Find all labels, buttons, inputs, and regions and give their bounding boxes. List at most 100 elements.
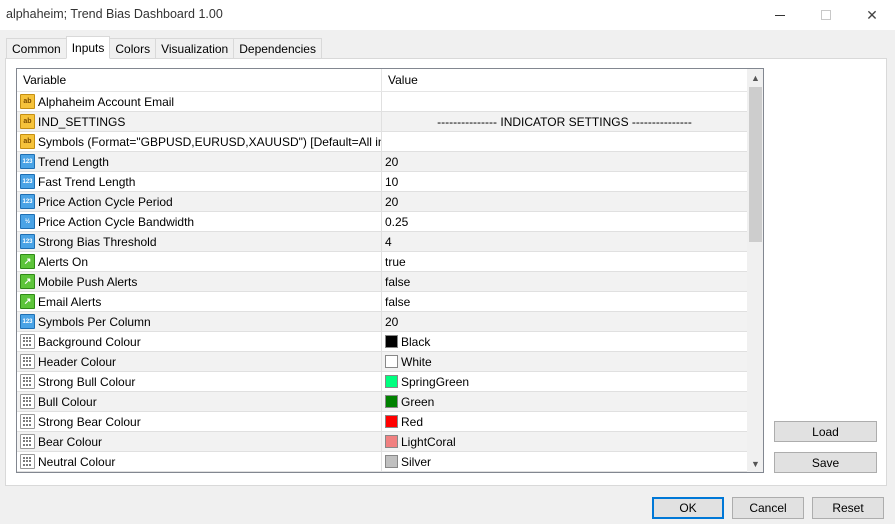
value-cell[interactable]: 10 [382,172,747,192]
variable-cell: ↗ Email Alerts [17,292,382,312]
table-row[interactable]: 123 Trend Length 20 [17,152,747,172]
tab-strip: Common Inputs Colors Visualization Dependenc… [6,36,322,59]
color-type-icon [20,334,35,349]
value-cell[interactable]: LightCoral [382,432,747,452]
close-button[interactable]: ✕ [849,0,895,30]
variable-cell: ↗ Alerts On [17,252,382,272]
variable-label: IND_SETTINGS [38,114,126,129]
minimize-button[interactable] [757,0,803,30]
table-row[interactable]: ab Symbols (Format="GBPUSD,EURUSD,XAUUSD"… [17,132,747,152]
integer-type-icon: 123 [20,194,35,209]
value-cell[interactable]: Green [382,392,747,412]
ok-button[interactable]: OK [652,497,724,519]
table-row[interactable]: Strong Bear Colour Red [17,412,747,432]
value-cell[interactable]: 0.25 [382,212,747,232]
value-column-header[interactable]: Value [382,69,747,92]
maximize-button [803,0,849,30]
value-text: White [401,354,432,369]
string-type-icon: ab [20,134,35,149]
table-row[interactable]: 123 Strong Bias Threshold 4 [17,232,747,252]
table-row[interactable]: Background Colour Black [17,332,747,352]
load-button[interactable]: Load [774,421,877,442]
reset-button[interactable]: Reset [812,497,884,519]
table-row[interactable]: 123 Price Action Cycle Period 20 [17,192,747,212]
table-row[interactable]: Bull Colour Green [17,392,747,412]
color-type-icon [20,434,35,449]
close-icon: ✕ [866,6,878,23]
save-button[interactable]: Save [774,452,877,473]
color-swatch [385,395,398,408]
table-row[interactable]: ↗ Email Alerts false [17,292,747,312]
table-row[interactable]: Bear Colour LightCoral [17,432,747,452]
table-row[interactable]: 123 Symbols Per Column 20 [17,312,747,332]
variable-label: Alphaheim Account Email [38,94,175,109]
table-row[interactable]: ab Alphaheim Account Email [17,92,747,112]
value-cell[interactable] [382,132,747,152]
value-cell[interactable]: --------------- INDICATOR SETTINGS -----… [382,112,747,132]
table-row[interactable]: Strong Bull Colour SpringGreen [17,372,747,392]
value-text: Green [401,394,435,409]
value-cell[interactable]: 20 [382,192,747,212]
cancel-button[interactable]: Cancel [732,497,804,519]
table-row[interactable]: 123 Fast Trend Length 10 [17,172,747,192]
value-text: LightCoral [401,434,456,449]
tab-dependencies[interactable]: Dependencies [233,38,322,59]
value-text: Red [401,414,424,429]
value-cell[interactable] [382,92,747,112]
table-row[interactable]: ½ Price Action Cycle Bandwidth 0.25 [17,212,747,232]
variable-label: Trend Length [38,154,109,169]
value-cell[interactable]: Red [382,412,747,432]
variable-cell: Strong Bull Colour [17,372,382,392]
value-cell[interactable]: White [382,352,747,372]
variable-label: Alerts On [38,254,89,269]
value-text: 0.25 [385,214,409,229]
value-cell[interactable]: Black [382,332,747,352]
tab-inputs[interactable]: Inputs [65,36,111,59]
value-cell[interactable]: false [382,292,747,312]
variable-label: Bear Colour [38,434,103,449]
value-text: Black [401,334,431,349]
variable-label: Email Alerts [38,294,102,309]
value-text: 20 [385,194,399,209]
value-cell[interactable]: 20 [382,152,747,172]
maximize-icon [821,10,831,20]
value-text: 10 [385,174,399,189]
value-cell[interactable]: 20 [382,312,747,332]
variable-column-header[interactable]: Variable [17,69,382,92]
grid-header: Variable Value [17,69,747,92]
variable-label: Mobile Push Alerts [38,274,138,289]
vertical-scrollbar[interactable]: ▲ ▼ [747,69,763,472]
variable-label: Strong Bias Threshold [38,234,157,249]
tab-colors[interactable]: Colors [110,38,156,59]
bool-type-icon: ↗ [20,294,35,309]
window-title: alphaheim; Trend Bias Dashboard 1.00 [6,7,223,21]
value-cell[interactable]: true [382,252,747,272]
tab-visualization[interactable]: Visualization [155,38,234,59]
color-type-icon [20,454,35,469]
tab-common[interactable]: Common [6,38,66,59]
value-text: Silver [401,454,432,469]
value-cell[interactable]: SpringGreen [382,372,747,392]
variable-label: Symbols Per Column [38,314,151,329]
scroll-thumb[interactable] [749,87,762,242]
table-row[interactable]: ab IND_SETTINGS --------------- INDICATOR … [17,112,747,132]
value-cell[interactable]: Silver [382,452,747,472]
color-swatch [385,415,398,428]
scroll-down-icon[interactable]: ▼ [747,455,763,472]
value-cell[interactable]: false [382,272,747,292]
string-type-icon: ab [20,114,35,129]
color-swatch [385,435,398,448]
value-text: SpringGreen [401,374,470,389]
table-row[interactable]: ↗ Alerts On true [17,252,747,272]
table-row[interactable]: ↗ Mobile Push Alerts false [17,272,747,292]
color-type-icon [20,354,35,369]
variable-label: Neutral Colour [38,454,116,469]
scroll-up-icon[interactable]: ▲ [747,69,763,86]
value-cell[interactable]: 4 [382,232,747,252]
integer-type-icon: 123 [20,314,35,329]
table-row[interactable]: Neutral Colour Silver [17,452,747,472]
value-text: false [385,294,411,309]
table-row[interactable]: Header Colour White [17,352,747,372]
color-swatch [385,355,398,368]
value-text: false [385,274,411,289]
